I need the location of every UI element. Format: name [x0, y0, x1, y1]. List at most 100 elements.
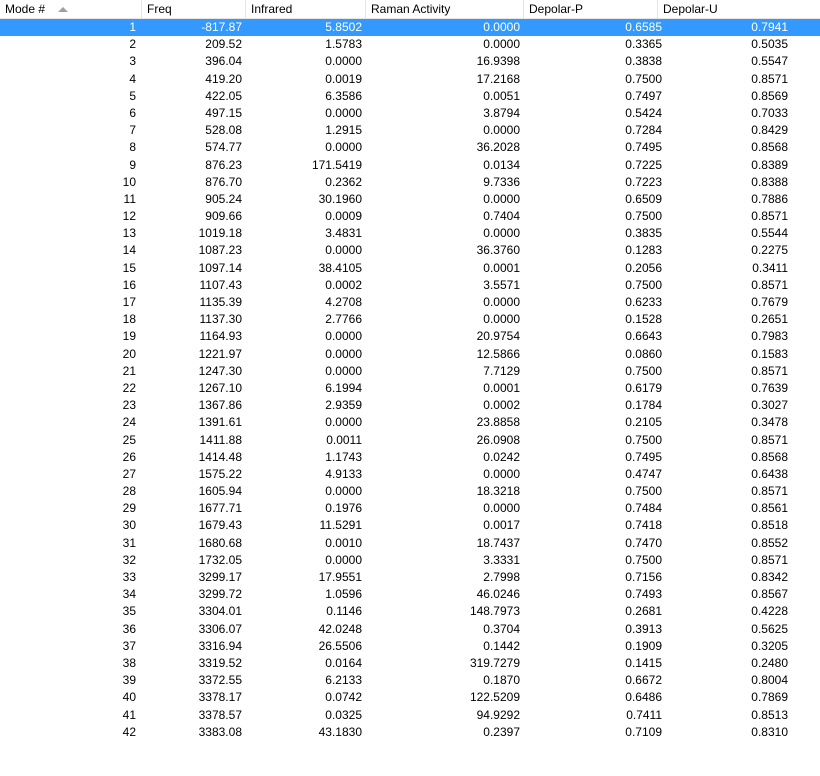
- cell-mode: 11: [123, 191, 136, 206]
- cell-mode: 26: [122, 449, 136, 464]
- cell-raman-activity: 0.3704: [483, 621, 520, 636]
- cell-depolar-u: 0.8568: [751, 449, 788, 464]
- table-row[interactable]: 19 1164.93 0.0000 20.9754 0.6643 0.7983: [0, 328, 820, 345]
- cell-freq: 574.77: [205, 140, 242, 155]
- table-row[interactable]: 41 3378.57 0.0325 94.9292 0.7411 0.8513: [0, 707, 820, 724]
- column-header-depolar-p[interactable]: Depolar-P: [524, 0, 658, 18]
- cell-raman-activity: 148.7973: [469, 604, 520, 619]
- table-row[interactable]: 4 419.20 0.0019 17.2168 0.7500 0.8571: [0, 71, 820, 88]
- cell-raman-activity: 0.0051: [483, 88, 520, 103]
- cell-depolar-p: 0.1784: [625, 398, 662, 413]
- cell-depolar-p: 0.7411: [626, 707, 662, 722]
- table-header: Mode # Freq Infrared Raman Activity Depo…: [0, 0, 820, 19]
- cell-depolar-u: 0.5625: [751, 621, 788, 636]
- cell-raman-activity: 0.0000: [483, 20, 520, 34]
- table-row[interactable]: 39 3372.55 6.2133 0.1870 0.6672 0.8004: [0, 672, 820, 689]
- table-row[interactable]: 6 497.15 0.0000 3.8794 0.5424 0.7033: [0, 105, 820, 122]
- cell-infrared: 4.2708: [325, 295, 362, 309]
- cell-depolar-u: 0.3411: [752, 260, 788, 275]
- cell-raman-activity: 122.5209: [469, 690, 520, 705]
- column-header-label: Freq: [147, 2, 172, 16]
- table-row[interactable]: 20 1221.97 0.0000 12.5866 0.0860 0.1583: [0, 346, 820, 363]
- cell-infrared: 0.2362: [325, 174, 362, 189]
- cell-freq: 1411.88: [199, 432, 243, 447]
- table-row[interactable]: 14 1087.23 0.0000 36.3760 0.1283 0.2275: [0, 242, 820, 259]
- table-row[interactable]: 5 422.05 6.3586 0.0051 0.7497 0.8569: [0, 88, 820, 105]
- table-row[interactable]: 15 1097.14 38.4105 0.0001 0.2056 0.3411: [0, 260, 820, 277]
- table-row[interactable]: 12 909.66 0.0009 0.7404 0.7500 0.8571: [0, 208, 820, 225]
- table-row[interactable]: 30 1679.43 11.5291 0.0017 0.7418 0.8518: [0, 517, 820, 534]
- column-header-depolar-u[interactable]: Depolar-U: [658, 0, 820, 18]
- cell-depolar-p: 0.3913: [625, 621, 662, 636]
- cell-depolar-u: 0.6438: [751, 466, 788, 481]
- cell-infrared: 38.4105: [318, 260, 362, 275]
- table-row[interactable]: 9 876.23 171.5419 0.0134 0.7225 0.8389: [0, 157, 820, 174]
- table-row[interactable]: 22 1267.10 6.1994 0.0001 0.6179 0.7639: [0, 380, 820, 397]
- cell-depolar-p: 0.7500: [625, 363, 662, 378]
- vibrational-modes-table[interactable]: Mode # Freq Infrared Raman Activity Depo…: [0, 0, 820, 776]
- cell-raman-activity: 0.0000: [483, 191, 520, 206]
- cell-depolar-p: 0.3835: [625, 226, 662, 241]
- table-row[interactable]: 32 1732.05 0.0000 3.3331 0.7500 0.8571: [0, 552, 820, 569]
- cell-mode: 22: [122, 380, 136, 395]
- table-row[interactable]: 7 528.08 1.2915 0.0000 0.7284 0.8429: [0, 122, 820, 139]
- table-row[interactable]: 38 3319.52 0.0164 319.7279 0.1415 0.2480: [0, 655, 820, 672]
- cell-raman-activity: 0.0000: [483, 226, 520, 241]
- table-row[interactable]: 11 905.24 30.1960 0.0000 0.6509 0.7886: [0, 191, 820, 208]
- table-row[interactable]: 3 396.04 0.0000 16.9398 0.3838 0.5547: [0, 53, 820, 70]
- table-row[interactable]: 8 574.77 0.0000 36.2028 0.7495 0.8568: [0, 139, 820, 156]
- table-row[interactable]: 31 1680.68 0.0010 18.7437 0.7470 0.8552: [0, 535, 820, 552]
- cell-depolar-p: 0.6672: [625, 673, 662, 688]
- cell-depolar-u: 0.8571: [751, 277, 788, 292]
- cell-depolar-u: 0.8513: [751, 707, 788, 722]
- table-row[interactable]: 26 1414.48 1.1743 0.0242 0.7495 0.8568: [0, 449, 820, 466]
- table-row[interactable]: 2 209.52 1.5783 0.0000 0.3365 0.5035: [0, 36, 820, 53]
- table-row[interactable]: 18 1137.30 2.7766 0.0000 0.1528 0.2651: [0, 311, 820, 328]
- column-header-label: Depolar-P: [529, 2, 584, 16]
- cell-freq: 1087.23: [198, 243, 242, 258]
- cell-infrared: 0.0000: [325, 415, 362, 430]
- table-row[interactable]: 40 3378.17 0.0742 122.5209 0.6486 0.7869: [0, 689, 820, 706]
- table-row[interactable]: 1 -817.87 5.8502 0.0000 0.6585 0.7941: [0, 19, 820, 37]
- cell-depolar-u: 0.8429: [751, 123, 788, 138]
- cell-mode: 2: [129, 37, 136, 52]
- cell-raman-activity: 0.0000: [483, 312, 520, 327]
- table-row[interactable]: 36 3306.07 42.0248 0.3704 0.3913 0.5625: [0, 621, 820, 638]
- table-row[interactable]: 35 3304.01 0.1146 148.7973 0.2681 0.4228: [0, 603, 820, 620]
- table-row[interactable]: 24 1391.61 0.0000 23.8858 0.2105 0.3478: [0, 414, 820, 431]
- table-row[interactable]: 27 1575.22 4.9133 0.0000 0.4747 0.6438: [0, 466, 820, 483]
- cell-depolar-p: 0.6585: [625, 20, 662, 34]
- cell-mode: 25: [122, 432, 136, 447]
- table-row[interactable]: 23 1367.86 2.9359 0.0002 0.1784 0.3027: [0, 397, 820, 414]
- cell-raman-activity: 0.0000: [483, 466, 520, 481]
- table-row[interactable]: 25 1411.88 0.0011 26.0908 0.7500 0.8571: [0, 432, 820, 449]
- column-header-mode[interactable]: Mode #: [0, 0, 142, 18]
- cell-raman-activity: 0.0000: [483, 501, 520, 516]
- cell-depolar-p: 0.7500: [625, 484, 662, 499]
- table-row[interactable]: 34 3299.72 1.0596 46.0246 0.7493 0.8567: [0, 586, 820, 603]
- cell-infrared: 0.0164: [325, 655, 362, 670]
- table-row[interactable]: 37 3316.94 26.5506 0.1442 0.1909 0.3205: [0, 638, 820, 655]
- cell-mode: 38: [122, 655, 136, 670]
- cell-infrared: 1.2915: [325, 123, 362, 138]
- column-header-freq[interactable]: Freq: [142, 0, 246, 18]
- cell-infrared: 0.0000: [325, 329, 362, 344]
- cell-depolar-p: 0.7500: [625, 209, 662, 224]
- table-row[interactable]: 16 1107.43 0.0002 3.5571 0.7500 0.8571: [0, 277, 820, 294]
- column-header-infrared[interactable]: Infrared: [246, 0, 366, 18]
- cell-mode: 40: [122, 690, 136, 705]
- cell-depolar-u: 0.2275: [751, 243, 788, 258]
- table-row[interactable]: 33 3299.17 17.9551 2.7998 0.7156 0.8342: [0, 569, 820, 586]
- table-row[interactable]: 13 1019.18 3.4831 0.0000 0.3835 0.5544: [0, 225, 820, 242]
- table-row[interactable]: 21 1247.30 0.0000 7.7129 0.7500 0.8571: [0, 363, 820, 380]
- table-row[interactable]: 17 1135.39 4.2708 0.0000 0.6233 0.7679: [0, 294, 820, 311]
- table-row[interactable]: 29 1677.71 0.1976 0.0000 0.7484 0.8561: [0, 500, 820, 517]
- cell-mode: 9: [129, 157, 136, 172]
- table-row[interactable]: 10 876.70 0.2362 9.7336 0.7223 0.8388: [0, 174, 820, 191]
- column-header-raman-activity[interactable]: Raman Activity: [366, 0, 524, 18]
- table-row[interactable]: 42 3383.08 43.1830 0.2397 0.7109 0.8310: [0, 724, 820, 741]
- cell-mode: 28: [122, 484, 136, 499]
- cell-mode: 17: [122, 295, 136, 309]
- cell-depolar-u: 0.2480: [751, 655, 788, 670]
- table-row[interactable]: 28 1605.94 0.0000 18.3218 0.7500 0.8571: [0, 483, 820, 500]
